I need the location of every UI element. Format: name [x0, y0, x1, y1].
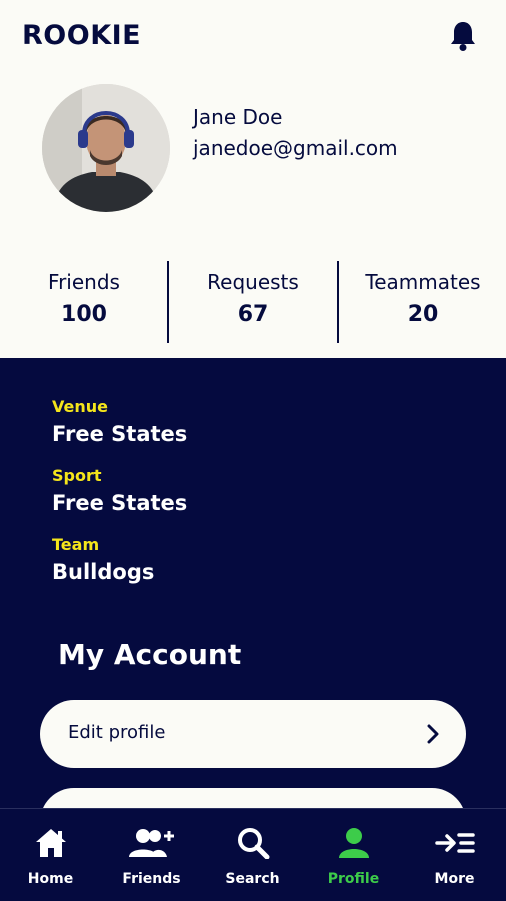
stat-value: 67	[237, 302, 269, 327]
nav-search[interactable]: Search	[202, 809, 303, 901]
stat-label: Teammates	[365, 270, 481, 294]
stat-requests[interactable]: Requests 67	[169, 270, 337, 327]
nav-label: More	[434, 871, 475, 887]
avatar[interactable]	[42, 84, 170, 212]
edit-profile-label: Edit profile	[68, 722, 166, 743]
nav-more[interactable]: More	[404, 809, 505, 901]
nav-label: Home	[27, 871, 74, 887]
search-icon	[237, 828, 269, 859]
stat-label: Friends	[48, 270, 120, 294]
venue-value: Free States	[52, 422, 188, 446]
stat-value: 20	[407, 302, 439, 327]
more-icon	[434, 833, 475, 853]
nav-profile[interactable]: Profile	[303, 809, 404, 901]
nav-label: Friends	[122, 871, 181, 887]
chevron-right-icon	[427, 724, 439, 744]
profile-icon	[338, 828, 369, 858]
team-label: Team	[52, 535, 100, 554]
bottom-nav: Home Friends Search Profile More	[0, 808, 506, 901]
stat-friends[interactable]: Friends 100	[0, 270, 168, 327]
home-icon	[35, 829, 66, 857]
stat-teammates[interactable]: Teammates 20	[339, 270, 506, 327]
sport-value: Free States	[52, 491, 188, 515]
bell-icon[interactable]	[448, 20, 478, 52]
nav-home[interactable]: Home	[0, 809, 101, 901]
account-option-button[interactable]	[40, 788, 466, 808]
profile-email: janedoe@gmail.com	[193, 136, 398, 160]
stat-value: 100	[61, 302, 107, 327]
edit-profile-button[interactable]: Edit profile	[40, 700, 466, 768]
profile-name: Jane Doe	[193, 105, 283, 129]
venue-label: Venue	[52, 397, 108, 416]
sport-label: Sport	[52, 466, 102, 485]
profile-header: ROOKIE Jane Doe janedoe@gmail.com Friend…	[0, 0, 506, 358]
team-value: Bulldogs	[52, 560, 155, 584]
nav-label: Profile	[327, 871, 380, 887]
profile-details-panel: Venue Free States Sport Free States Team…	[0, 358, 506, 808]
nav-label: Search	[225, 871, 280, 887]
app-logo: ROOKIE	[22, 20, 142, 51]
nav-friends[interactable]: Friends	[101, 809, 202, 901]
my-account-title: My Account	[58, 638, 242, 671]
friends-add-icon	[128, 829, 174, 857]
stat-label: Requests	[207, 270, 299, 294]
